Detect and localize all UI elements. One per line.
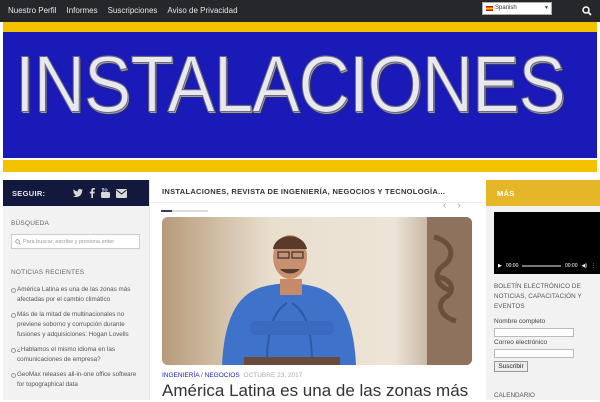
name-label: Nombre completo <box>494 318 546 325</box>
banner-stripe-top <box>3 22 597 32</box>
nav-item-nuestro-perfil[interactable]: Nuestro Perfil <box>3 0 61 22</box>
category-link[interactable]: NEGOCIOS <box>205 372 240 379</box>
recent-news-item[interactable]: ¿Hablamos el mismo idioma en las comunic… <box>11 345 141 365</box>
volume-icon[interactable]: ◀) <box>581 263 587 269</box>
article-meta: INGENIERÍA / NEGOCIOS OCTUBRE 23, 2017 <box>162 372 302 379</box>
player-time-current: 00:00 <box>505 262 519 269</box>
banner-title: INSTALACIONES <box>15 41 567 131</box>
top-nav: Nuestro Perfil Informes Suscripciones Av… <box>0 0 243 22</box>
twitter-icon[interactable] <box>73 188 84 198</box>
email-icon[interactable] <box>116 188 128 198</box>
menu-dots-icon[interactable]: ⋮ <box>591 263 596 269</box>
chevron-right-icon[interactable]: › <box>457 200 460 211</box>
banner-image: INSTALACIONES <box>3 22 597 172</box>
email-field[interactable] <box>494 349 574 358</box>
recent-news-label: NOTICIAS RECIENTES <box>11 269 85 276</box>
search-section-label: BÚSQUEDA <box>11 220 50 227</box>
chevron-down-icon: ▼ <box>544 5 549 11</box>
featured-image[interactable] <box>162 217 472 365</box>
spain-flag-icon <box>486 6 493 11</box>
banner-stripe-bottom <box>3 160 597 172</box>
category-link[interactable]: INGENIERÍA <box>162 372 199 379</box>
nav-item-suscripciones[interactable]: Suscripciones <box>103 0 163 22</box>
facebook-icon[interactable] <box>89 188 96 198</box>
more-header: MÁS <box>486 180 600 206</box>
recent-news-item[interactable]: América Latina es una de las zonas más a… <box>11 285 141 305</box>
sidebar-search-input[interactable]: Para buscar, escribe y presiona enter <box>11 234 140 249</box>
calendar-label: CALENDARIO <box>494 392 535 399</box>
main-content: INSTALACIONES, REVISTA DE INGENIERÍA, NE… <box>150 180 486 400</box>
search-icon <box>15 238 21 245</box>
language-value: Spanish <box>495 5 517 11</box>
name-field[interactable] <box>494 328 574 337</box>
subscribe-button[interactable]: Suscribir <box>494 361 528 372</box>
nav-item-informes[interactable]: Informes <box>61 0 102 22</box>
slider-arrows: ‹ › <box>443 200 461 211</box>
player-time-total: 00:00 <box>564 262 578 269</box>
right-sidebar: MÁS ▶ 00:00 00:00 ◀) ⋮ BOLETÍN ELECTRÓNI… <box>486 180 600 400</box>
header-underline <box>161 210 208 212</box>
follow-bar: SEGUIR: <box>3 180 149 206</box>
search-button[interactable] <box>574 0 600 22</box>
play-icon[interactable]: ▶ <box>498 263 502 269</box>
recent-news-item[interactable]: GeoMax releases all-in-one office softwa… <box>11 370 141 390</box>
email-label: Correo electrónico <box>494 339 548 346</box>
section-header: INSTALACIONES, REVISTA DE INGENIERÍA, NE… <box>150 180 486 203</box>
article-date: OCTUBRE 23, 2017 <box>243 372 303 379</box>
recent-news-list: América Latina es una de las zonas más a… <box>11 285 141 390</box>
youtube-icon[interactable] <box>101 188 111 198</box>
article-headline[interactable]: América Latina es una de las zonas más <box>162 380 482 402</box>
player-progress[interactable] <box>522 264 561 267</box>
featured-photo <box>162 217 472 365</box>
recent-news-item[interactable]: Más de la mitad de multinacionales no pr… <box>11 310 141 340</box>
site-banner[interactable]: INSTALACIONES <box>0 22 600 172</box>
player-controls: ▶ 00:00 00:00 ◀) ⋮ <box>494 257 600 274</box>
chevron-left-icon[interactable]: ‹ <box>443 200 446 211</box>
search-placeholder: Para buscar, escribe y presiona enter <box>23 238 115 245</box>
top-bar: Nuestro Perfil Informes Suscripciones Av… <box>0 0 600 22</box>
left-sidebar: SEGUIR: BÚSQUEDA Para buscar, escribe y … <box>3 180 150 400</box>
search-icon <box>582 6 592 16</box>
language-select[interactable]: Spanish ▼ <box>482 2 552 15</box>
follow-label: SEGUIR: <box>12 188 46 198</box>
nav-item-aviso-privacidad[interactable]: Aviso de Privacidad <box>162 0 242 22</box>
audio-player[interactable]: ▶ 00:00 00:00 ◀) ⋮ <box>494 212 600 274</box>
newsletter-title: BOLETÍN ELECTRÓNICO DE NOTICIAS, CAPACIT… <box>494 283 582 310</box>
